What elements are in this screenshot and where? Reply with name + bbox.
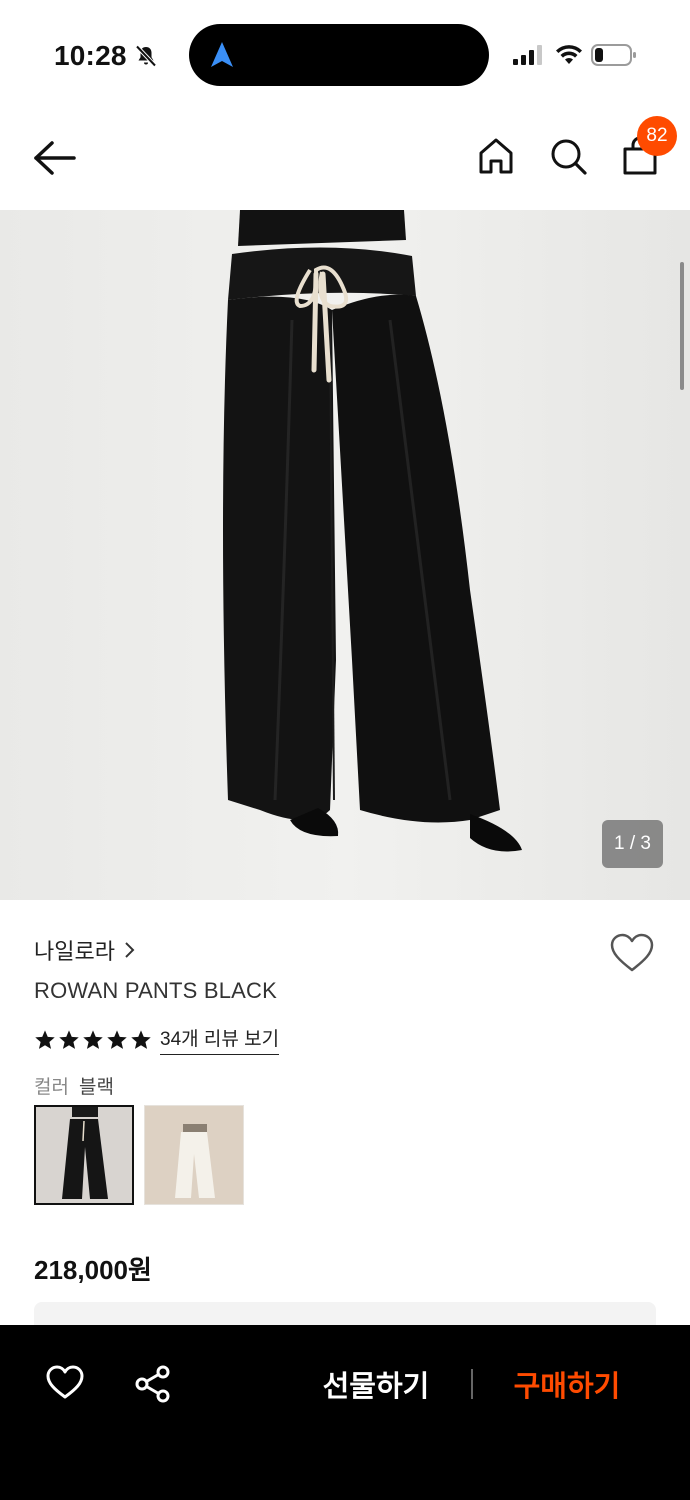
- buy-button[interactable]: 구매하기: [500, 1361, 634, 1407]
- wifi-icon: [556, 45, 582, 64]
- chevron-right-icon: [125, 942, 135, 958]
- battery-icon: [591, 44, 636, 66]
- product-photo: [0, 210, 690, 900]
- swatch-black-thumbnail: [36, 1107, 132, 1203]
- share-icon[interactable]: [134, 1365, 172, 1403]
- divider: [471, 1369, 473, 1399]
- brand-link[interactable]: 나일로라: [34, 934, 137, 966]
- cart-count-badge: 82: [637, 116, 677, 156]
- product-name: ROWAN PANTS BLACK: [34, 978, 277, 1003]
- status-time: 10:28: [54, 40, 127, 71]
- navigation-arrow-icon: [211, 42, 233, 67]
- rating-stars: [34, 1029, 152, 1051]
- star-icon: [107, 1029, 127, 1049]
- color-label: 컬러: [34, 1077, 69, 1098]
- back-arrow-icon[interactable]: [32, 138, 78, 178]
- bell-slash-icon: [135, 45, 157, 67]
- image-counter: 1 / 3: [602, 820, 663, 868]
- color-value: 블랙: [78, 1077, 114, 1098]
- signal-icon: [513, 45, 542, 65]
- brand-name: 나일로라: [34, 939, 115, 964]
- scroll-indicator: [680, 262, 684, 390]
- product-image-carousel[interactable]: 1 / 3: [0, 210, 690, 900]
- product-price: 218,000원: [34, 1255, 152, 1285]
- star-icon: [59, 1029, 79, 1049]
- dynamic-island: [189, 24, 489, 86]
- heart-icon[interactable]: [46, 1365, 84, 1401]
- swatch-ivory-thumbnail: [145, 1106, 243, 1204]
- review-link[interactable]: 34개 리뷰 보기: [160, 1024, 280, 1055]
- heart-icon[interactable]: [609, 932, 655, 974]
- bottom-action-bar: 선물하기 구매하기: [0, 1325, 690, 1500]
- color-row: 컬러 블랙: [34, 1072, 114, 1099]
- color-swatch-black[interactable]: [34, 1105, 134, 1205]
- star-icon: [83, 1029, 103, 1049]
- status-bar: 10:28: [0, 0, 690, 110]
- search-icon[interactable]: [548, 136, 588, 176]
- star-icon: [35, 1029, 55, 1049]
- home-icon[interactable]: [476, 136, 516, 176]
- star-icon: [131, 1029, 151, 1049]
- gift-button[interactable]: 선물하기: [310, 1361, 442, 1407]
- app-header: [0, 110, 690, 210]
- rating-row: 34개 리뷰 보기: [34, 1024, 280, 1055]
- color-swatch-ivory[interactable]: [144, 1105, 244, 1205]
